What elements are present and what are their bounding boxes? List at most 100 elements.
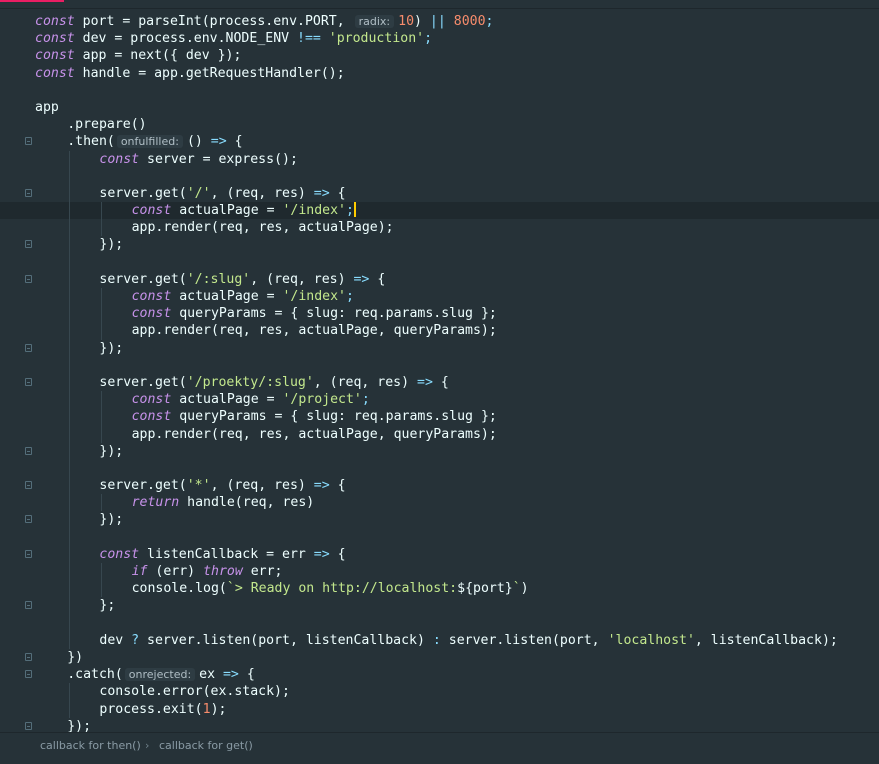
code-line-text: const server = express(); — [99, 151, 298, 168]
indent-guide — [69, 511, 71, 529]
code-line[interactable]: server.get('/', (req, res) => { — [0, 184, 879, 203]
code-line[interactable]: const listenCallback = err => { — [0, 545, 879, 563]
code-line[interactable]: const actualPage = '/index'; — [0, 288, 879, 306]
breadcrumb-item-then-callback[interactable]: callback for then() — [40, 733, 141, 759]
text-cursor — [353, 202, 356, 218]
fold-toggle-icon[interactable] — [25, 343, 32, 352]
fold-toggle-icon[interactable] — [25, 721, 32, 730]
code-line[interactable]: const actualPage = '/project'; — [0, 391, 879, 409]
code-token: => — [210, 134, 227, 150]
code-line[interactable]: const port = parseInt(process.env.PORT, … — [0, 13, 879, 30]
fold-toggle-icon[interactable] — [25, 188, 32, 197]
indent-guide — [69, 563, 71, 581]
indent-guide — [69, 597, 71, 615]
fold-toggle-icon[interactable] — [25, 274, 32, 283]
fold-toggle-icon[interactable] — [25, 652, 32, 661]
code-line[interactable]: }; — [0, 597, 879, 615]
code-area[interactable]: const port = parseInt(process.env.PORT, … — [0, 13, 879, 735]
code-line-text: .catch(onrejected: ex => { — [67, 666, 255, 683]
code-token: '/' — [186, 185, 211, 201]
code-line[interactable]: const handle = app.getRequestHandler(); — [0, 65, 879, 82]
fold-toggle-icon[interactable] — [25, 549, 32, 558]
code-line[interactable]: const queryParams = { slug: req.params.s… — [0, 408, 879, 426]
code-line[interactable]: server.get('*', (req, res) => { — [0, 477, 879, 495]
code-token: console.log( — [131, 581, 227, 597]
code-token: '/:slug' — [186, 271, 251, 287]
code-token: app.render(req, res, actualPage, queryPa… — [131, 323, 497, 339]
indent-guide — [101, 425, 103, 443]
code-token: if — [131, 564, 148, 579]
code-line[interactable] — [0, 614, 879, 632]
indent-guide — [101, 391, 103, 409]
code-line[interactable]: const dev = process.env.NODE_ENV !== 'pr… — [0, 30, 879, 47]
code-line[interactable] — [0, 82, 879, 99]
code-line[interactable]: }); — [0, 442, 879, 460]
indent-guide — [69, 580, 71, 598]
code-line-text: const handle = app.getRequestHandler(); — [35, 65, 345, 82]
fold-toggle-icon[interactable] — [25, 446, 32, 455]
code-token: 1 — [202, 701, 211, 717]
code-line[interactable]: }); — [0, 511, 879, 529]
breadcrumb-separator-icon: › — [145, 739, 150, 752]
code-token: listenCallback = err — [139, 546, 314, 562]
code-line[interactable]: .then(onfulfilled:() => { — [0, 133, 879, 150]
indent-guide — [69, 322, 71, 340]
code-line[interactable]: if (err) throw err; — [0, 563, 879, 581]
code-token: ` — [512, 581, 521, 597]
code-token: '/proekty/:slug' — [186, 374, 314, 390]
code-line[interactable]: app.render(req, res, actualPage, queryPa… — [0, 322, 879, 340]
code-line[interactable]: }) — [0, 649, 879, 666]
code-line[interactable] — [0, 167, 879, 185]
code-token: { — [369, 271, 386, 287]
code-line[interactable]: }); — [0, 339, 879, 357]
code-line[interactable]: server.get('/:slug', (req, res) => { — [0, 270, 879, 288]
code-line[interactable]: console.log(`> Ready on http://localhost… — [0, 580, 879, 598]
code-line[interactable] — [0, 528, 879, 546]
fold-toggle-icon[interactable] — [25, 670, 32, 679]
code-token: '*' — [186, 478, 211, 494]
code-editor[interactable]: const port = parseInt(process.env.PORT, … — [0, 0, 879, 764]
breadcrumb-item-get-callback[interactable]: callback for get() — [159, 733, 253, 759]
code-token: const — [131, 289, 172, 304]
code-line[interactable]: app — [0, 99, 879, 116]
fold-toggle-icon[interactable] — [25, 601, 32, 610]
code-line-text: const actualPage = '/index'; — [132, 288, 354, 305]
fold-toggle-icon[interactable] — [25, 137, 32, 146]
code-token: return — [131, 495, 180, 511]
fold-toggle-icon[interactable] — [25, 240, 32, 249]
code-line[interactable]: const server = express(); — [0, 150, 879, 168]
code-line-text: app.render(req, res, actualPage, queryPa… — [132, 322, 497, 339]
code-token: : — [432, 632, 441, 648]
code-line-text: dev ? server.listen(port, listenCallback… — [99, 632, 837, 649]
code-line[interactable]: .catch(onrejected: ex => { — [0, 666, 879, 683]
active-tab-indicator — [0, 0, 64, 2]
code-line[interactable]: process.exit(1); — [0, 700, 879, 718]
code-line[interactable]: const app = next({ dev }); — [0, 47, 879, 64]
code-line[interactable]: app.render(req, res, actualPage, queryPa… — [0, 425, 879, 443]
code-line[interactable]: const actualPage = '/index'; — [0, 202, 879, 220]
code-line[interactable]: app.render(req, res, actualPage); — [0, 219, 879, 237]
code-line[interactable]: dev ? server.listen(port, listenCallback… — [0, 631, 879, 649]
parameter-hint: onfulfilled: — [116, 135, 183, 149]
code-line[interactable]: return handle(req, res) — [0, 494, 879, 512]
indent-guide — [101, 219, 103, 237]
indent-guide — [101, 202, 103, 220]
fold-toggle-icon[interactable] — [25, 515, 32, 524]
code-line[interactable] — [0, 459, 879, 478]
code-token: server.get( — [99, 478, 187, 494]
code-line[interactable]: .prepare() — [0, 116, 879, 133]
code-line[interactable] — [0, 356, 879, 374]
code-token: port = parseInt(process.env.PORT, — [74, 14, 353, 29]
code-line[interactable]: const queryParams = { slug: req.params.s… — [0, 305, 879, 323]
code-token: ) — [414, 14, 430, 29]
code-token: => — [353, 271, 370, 287]
code-token: , listenCallback); — [694, 632, 838, 648]
indent-guide — [69, 545, 71, 563]
code-line[interactable]: console.error(ex.stack); — [0, 683, 879, 701]
fold-toggle-icon[interactable] — [25, 481, 32, 490]
code-line[interactable] — [0, 253, 879, 271]
fold-toggle-icon[interactable] — [25, 377, 32, 386]
code-line[interactable]: server.get('/proekty/:slug', (req, res) … — [0, 373, 879, 392]
code-token: server = express(); — [139, 151, 298, 167]
code-line[interactable]: }); — [0, 236, 879, 254]
